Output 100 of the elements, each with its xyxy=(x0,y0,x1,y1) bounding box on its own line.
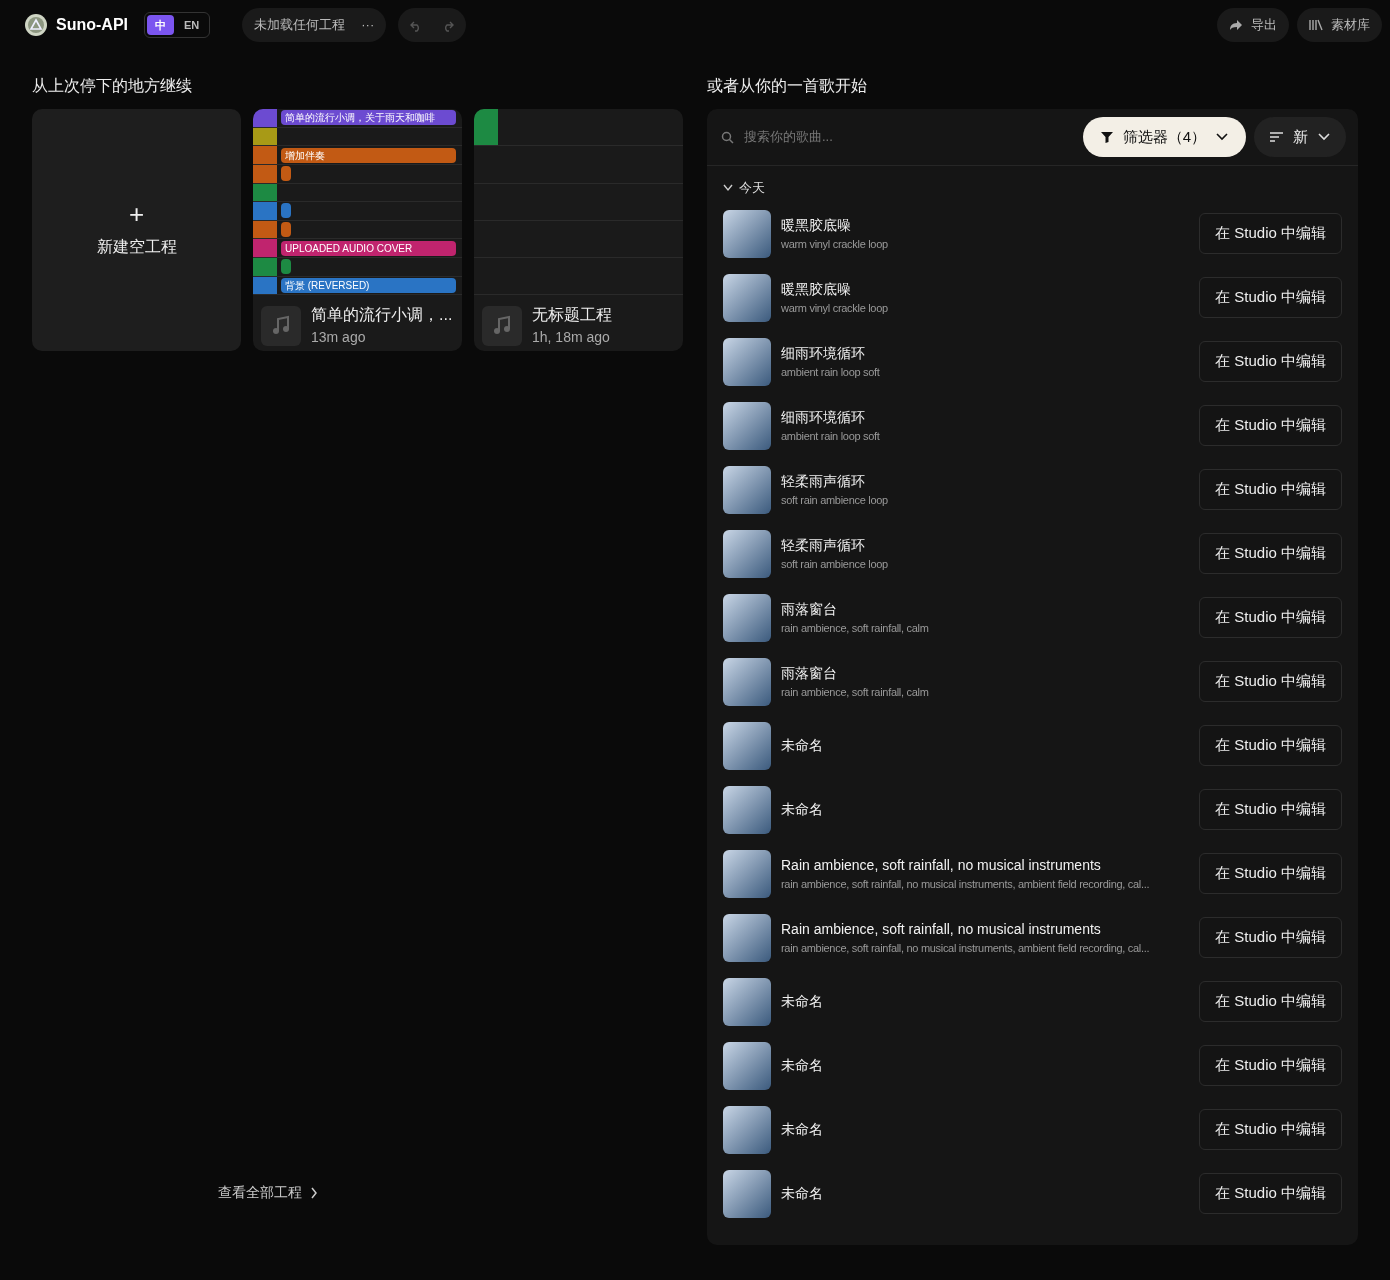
song-title: 未命名 xyxy=(781,1184,824,1204)
cover-image-placeholder xyxy=(723,721,771,770)
filter-icon xyxy=(1100,131,1113,144)
search-field[interactable]: 搜索你的歌曲... xyxy=(742,126,1075,148)
view-all-link[interactable]: 查看全部工程 xyxy=(211,1181,324,1204)
cover-image-placeholder xyxy=(723,209,771,258)
new-project-card[interactable]: + 新建空工程 xyxy=(32,109,241,352)
song-title: Rain ambience, soft rainfall, no musical instruments xyxy=(781,919,1102,939)
chevron-right-icon xyxy=(309,1186,318,1199)
song-title: 雨落窗台 xyxy=(781,599,838,619)
more-icon: ··· xyxy=(361,15,375,35)
audio-clip: UPLOADED AUDIO COVER xyxy=(281,240,456,256)
logo-icon xyxy=(24,13,48,37)
project-title: 无标题工程 xyxy=(532,305,612,326)
cover-image-placeholder xyxy=(723,1041,771,1090)
edit-in-studio-button[interactable]: 在 Studio 中编辑 xyxy=(1199,1109,1342,1151)
search-icon xyxy=(721,130,734,144)
section-heading: 或者从你的一首歌开始 xyxy=(707,76,868,96)
song-title: 细雨环境循环 xyxy=(781,407,866,427)
edit-in-studio-button[interactable]: 在 Studio 中编辑 xyxy=(1199,533,1342,575)
audio-clip xyxy=(281,203,291,219)
cover-image-placeholder xyxy=(723,401,771,450)
song-description: rain ambience, soft rainfall, no musical instruments, ambient field recording, cal... xyxy=(781,940,1150,956)
song-description: rain ambience, soft rainfall, calm xyxy=(781,684,929,700)
song-description: ambient rain loop soft xyxy=(781,364,880,380)
song-title: 雨落窗台 xyxy=(781,663,838,683)
project-card[interactable]: 无标题工程 1h, 18m ago xyxy=(474,109,683,352)
song-title: 轻柔雨声循环 xyxy=(781,471,866,491)
project-title: 简单的流行小调，... xyxy=(311,305,453,326)
redo-icon xyxy=(442,19,455,32)
cover-image-placeholder xyxy=(723,913,771,962)
edit-in-studio-button[interactable]: 在 Studio 中编辑 xyxy=(1199,1173,1342,1215)
cover-image-placeholder xyxy=(723,849,771,898)
export-button[interactable]: 导出 xyxy=(1217,8,1289,42)
edit-in-studio-button[interactable]: 在 Studio 中编辑 xyxy=(1199,661,1342,703)
cover-image-placeholder xyxy=(723,657,771,706)
song-title: 未命名 xyxy=(781,736,824,756)
song-title: 未命名 xyxy=(781,800,824,820)
cover-image-placeholder xyxy=(723,593,771,642)
share-arrow-icon xyxy=(1229,19,1243,31)
audio-clip: 背景 (REVERSED) xyxy=(281,277,456,293)
project-time: 13m ago xyxy=(311,328,367,348)
audio-clip xyxy=(281,222,291,238)
new-project-label: 新建空工程 xyxy=(96,237,177,258)
project-selector[interactable]: 未加载任何工程 ··· xyxy=(242,8,387,42)
song-description: warm vinyl crackle loop xyxy=(781,300,888,316)
song-title: Rain ambience, soft rainfall, no musical instruments xyxy=(781,855,1102,875)
song-title: 未命名 xyxy=(781,1056,824,1076)
music-note-icon xyxy=(491,314,513,337)
edit-in-studio-button[interactable]: 在 Studio 中编辑 xyxy=(1199,981,1342,1023)
cover-image-placeholder xyxy=(723,1169,771,1218)
song-description: rain ambience, soft rainfall, calm xyxy=(781,620,929,636)
song-title: 未命名 xyxy=(781,992,824,1012)
cover-image-placeholder xyxy=(723,529,771,578)
audio-clip xyxy=(281,259,291,275)
project-card[interactable]: 简单的流行小调，关于雨天和咖啡 增加伴奏 UPLOADED AUDIO COVER 背景 (REVERSED) 简单的流行小调，... 13m ago xyxy=(253,109,462,352)
language-option[interactable]: 中 xyxy=(147,14,174,36)
song-title: 暖黑胶底噪 xyxy=(781,279,852,299)
sort-button[interactable]: 新 xyxy=(1254,117,1346,158)
chevron-down-icon xyxy=(1318,133,1330,142)
song-title: 细雨环境循环 xyxy=(781,343,866,363)
song-description: ambient rain loop soft xyxy=(781,428,880,444)
chevron-icon xyxy=(723,183,733,192)
section-heading: 从上次停下的地方继续 xyxy=(32,76,193,96)
cover-image-placeholder xyxy=(723,785,771,834)
edit-in-studio-button[interactable]: 在 Studio 中编辑 xyxy=(1199,917,1342,959)
cover-image-placeholder xyxy=(723,337,771,386)
edit-in-studio-button[interactable]: 在 Studio 中编辑 xyxy=(1199,853,1342,895)
library-icon xyxy=(1309,19,1323,31)
song-description: warm vinyl crackle loop xyxy=(781,236,888,252)
edit-in-studio-button[interactable]: 在 Studio 中编辑 xyxy=(1199,725,1342,767)
audio-clip: 简单的流行小调，关于雨天和咖啡 xyxy=(281,110,456,126)
cover-image-placeholder xyxy=(723,273,771,322)
group-toggle[interactable]: 今天 xyxy=(707,166,781,202)
edit-in-studio-button[interactable]: 在 Studio 中编辑 xyxy=(1199,213,1342,255)
cover-image-placeholder xyxy=(723,977,771,1026)
edit-in-studio-button[interactable]: 在 Studio 中编辑 xyxy=(1199,341,1342,383)
plus-icon: + xyxy=(128,201,145,228)
edit-in-studio-button[interactable]: 在 Studio 中编辑 xyxy=(1199,277,1342,319)
sort-icon xyxy=(1270,132,1283,143)
song-description: soft rain ambience loop xyxy=(781,492,888,508)
filter-button[interactable]: 筛选器（4） xyxy=(1082,117,1246,158)
edit-in-studio-button[interactable]: 在 Studio 中编辑 xyxy=(1199,469,1342,511)
chevron-down-icon xyxy=(1216,133,1228,142)
library-button[interactable]: 素材库 xyxy=(1297,8,1382,42)
brand-name: Suno-API xyxy=(56,15,128,35)
song-title: 未命名 xyxy=(781,1120,824,1140)
language-option[interactable]: EN xyxy=(176,14,208,36)
song-title: 轻柔雨声循环 xyxy=(781,535,866,555)
edit-in-studio-button[interactable]: 在 Studio 中编辑 xyxy=(1199,789,1342,831)
song-description: soft rain ambience loop xyxy=(781,556,888,572)
cover-image-placeholder xyxy=(723,465,771,514)
edit-in-studio-button[interactable]: 在 Studio 中编辑 xyxy=(1199,1045,1342,1087)
song-title: 暖黑胶底噪 xyxy=(781,215,852,235)
cover-image-placeholder xyxy=(723,1105,771,1154)
edit-in-studio-button[interactable]: 在 Studio 中编辑 xyxy=(1199,597,1342,639)
project-time: 1h, 18m ago xyxy=(532,328,611,348)
edit-in-studio-button[interactable]: 在 Studio 中编辑 xyxy=(1199,405,1342,447)
audio-clip: 增加伴奏 xyxy=(281,147,456,163)
song-description: rain ambience, soft rainfall, no musical instruments, ambient field recording, cal... xyxy=(781,876,1150,892)
